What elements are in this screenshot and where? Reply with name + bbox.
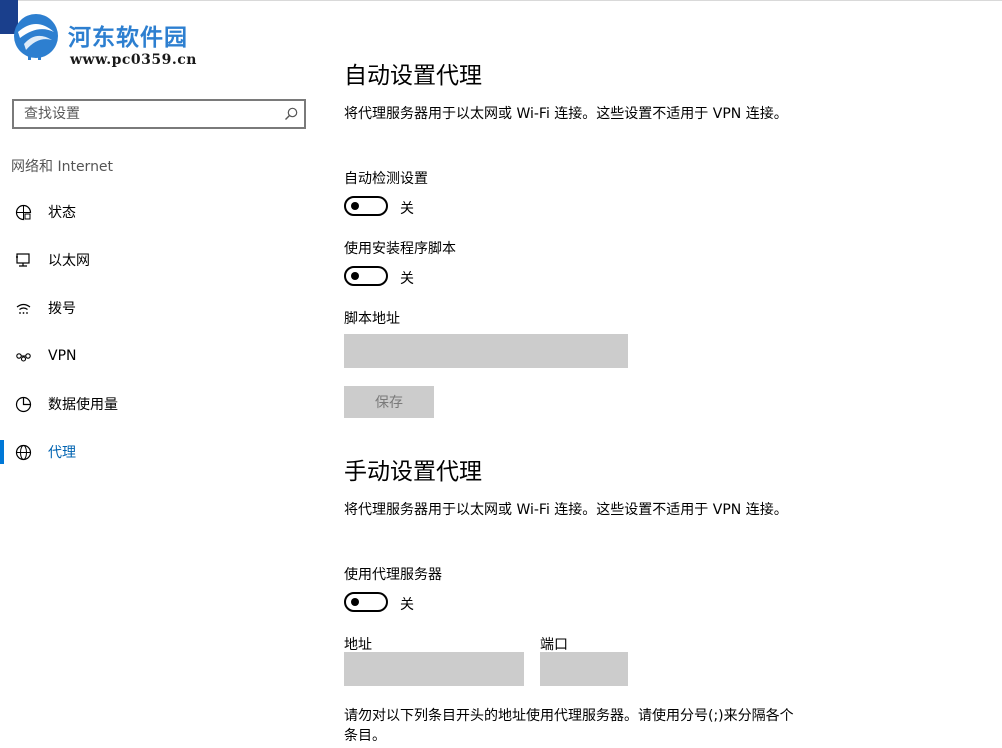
toggle-knob xyxy=(351,202,359,210)
setup-script-label: 使用安装程序脚本 xyxy=(344,241,456,257)
sidebar-item-dialup[interactable]: 拨号 xyxy=(0,290,320,326)
watermark: 河东软件园 www.pc0359.cn xyxy=(4,6,234,68)
toggle-knob xyxy=(351,272,359,280)
dialup-icon xyxy=(15,300,32,317)
manual-proxy-description: 将代理服务器用于以太网或 Wi-Fi 连接。这些设置不适用于 VPN 连接。 xyxy=(344,502,788,518)
watermark-url: www.pc0359.cn xyxy=(70,52,197,68)
auto-detect-toggle[interactable] xyxy=(344,196,388,216)
setup-script-toggle[interactable] xyxy=(344,266,388,286)
status-globe-icon xyxy=(15,204,32,221)
script-address-input[interactable] xyxy=(344,334,628,368)
proxy-port-input[interactable] xyxy=(540,652,628,686)
window-top-border xyxy=(0,0,1002,1)
sidebar-item-label: 拨号 xyxy=(48,301,76,317)
search-box[interactable] xyxy=(12,99,306,129)
watermark-title: 河东软件园 xyxy=(68,24,188,51)
exceptions-note: 请勿对以下列条目开头的地址使用代理服务器。请使用分号(;)来分隔各个条目。 xyxy=(344,708,794,744)
save-button[interactable]: 保存 xyxy=(344,386,434,418)
script-address-label: 脚本地址 xyxy=(344,311,400,327)
section-label: 网络和 Internet xyxy=(11,159,114,175)
sidebar-item-proxy[interactable]: 代理 xyxy=(0,434,320,470)
ethernet-icon xyxy=(15,252,32,269)
data-usage-icon xyxy=(15,396,32,413)
sidebar-item-label: 数据使用量 xyxy=(48,397,118,413)
proxy-port-label: 端口 xyxy=(540,637,568,653)
sidebar-item-status[interactable]: 状态 xyxy=(0,194,320,230)
use-proxy-label: 使用代理服务器 xyxy=(344,567,442,583)
auto-detect-state: 关 xyxy=(400,201,414,217)
watermark-logo-icon xyxy=(14,14,58,60)
sidebar-item-label: 以太网 xyxy=(48,253,90,269)
sidebar-item-label: VPN xyxy=(48,348,77,364)
globe-icon xyxy=(15,444,32,461)
auto-proxy-title: 自动设置代理 xyxy=(344,63,482,89)
proxy-address-input[interactable] xyxy=(344,652,524,686)
manual-proxy-title: 手动设置代理 xyxy=(344,459,482,485)
search-input[interactable] xyxy=(14,101,284,127)
sidebar-item-vpn[interactable]: VPN xyxy=(0,338,320,374)
auto-proxy-description: 将代理服务器用于以太网或 Wi-Fi 连接。这些设置不适用于 VPN 连接。 xyxy=(344,106,788,122)
sidebar-item-ethernet[interactable]: 以太网 xyxy=(0,242,320,278)
sidebar-item-label: 代理 xyxy=(48,445,76,461)
sidebar-item-label: 状态 xyxy=(48,205,76,221)
vpn-icon xyxy=(15,348,32,365)
search-icon[interactable] xyxy=(284,107,298,121)
toggle-knob xyxy=(351,598,359,606)
setup-script-state: 关 xyxy=(400,271,414,287)
proxy-address-label: 地址 xyxy=(344,637,372,653)
auto-detect-label: 自动检测设置 xyxy=(344,171,428,187)
sidebar-item-data-usage[interactable]: 数据使用量 xyxy=(0,386,320,422)
use-proxy-state: 关 xyxy=(400,597,414,613)
use-proxy-toggle[interactable] xyxy=(344,592,388,612)
